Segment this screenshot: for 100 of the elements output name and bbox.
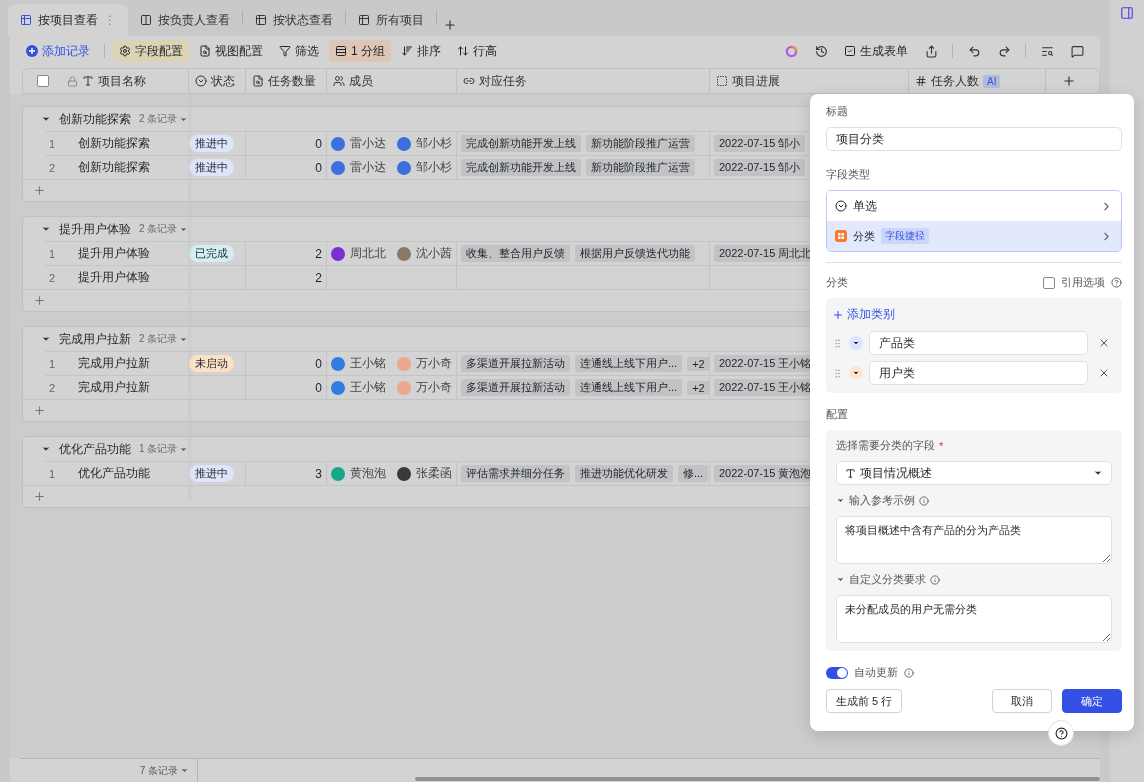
column-header[interactable]: 对应任务 [457, 69, 710, 93]
lock-icon [67, 75, 78, 87]
add-row-icon[interactable] [33, 184, 46, 197]
row-height-icon [457, 45, 469, 57]
info-icon [904, 667, 914, 678]
drag-handle-icon[interactable] [832, 337, 843, 349]
view-tab[interactable]: 按状态查看 [243, 4, 345, 36]
more-count: +2 [687, 356, 709, 371]
collapse-icon[interactable] [41, 224, 51, 234]
category-field[interactable]: 用户类 [869, 361, 1088, 385]
select-all-checkbox[interactable] [37, 75, 49, 87]
category-field[interactable]: 产品类 [869, 331, 1088, 355]
more-count: +2 [687, 380, 709, 395]
progress-field-icon [716, 75, 728, 87]
toolbar-button[interactable]: 排序 [395, 40, 447, 62]
scrollbar[interactable] [415, 777, 1100, 781]
title-field[interactable]: 项目分类 [826, 127, 1122, 151]
option-label: 分类 [853, 228, 875, 244]
info-icon [930, 574, 940, 585]
member-name: 周北北 [350, 245, 386, 262]
close-icon[interactable] [1098, 367, 1110, 379]
reference-checkbox[interactable] [1043, 276, 1055, 289]
task-tag: 推进功能优化研发 [575, 465, 673, 482]
toolbar-button[interactable]: 1 分组 [329, 40, 391, 62]
count-cell: 0 [246, 156, 327, 179]
caret-icon [852, 369, 860, 377]
record-count[interactable]: 2 条记录 [139, 112, 189, 126]
add-row-icon[interactable] [33, 294, 46, 307]
switch-label: 自动更新 [854, 665, 898, 680]
field-select[interactable]: 项目情况概述 [836, 461, 1112, 485]
preview-button[interactable]: 生成前 5 行 [826, 689, 903, 713]
member-name: 万小奇 [416, 379, 452, 396]
collapse-icon[interactable] [41, 444, 51, 454]
example-field[interactable]: 将项目概述中含有产品的分为产品类 [836, 516, 1112, 564]
settings-icon [119, 45, 131, 57]
side-panel-icon[interactable] [1120, 6, 1134, 20]
task-tag: 评估需求并细分任务 [461, 465, 570, 482]
group-title: 提升用户体验 [59, 220, 131, 238]
column-header[interactable]: 成员 [327, 69, 457, 93]
task-tag: 完成创新功能开发上线 [461, 159, 581, 176]
select-icon [835, 200, 847, 212]
field-type-option[interactable]: 分类 字段捷径 [827, 221, 1121, 251]
collapse-icon[interactable] [41, 334, 51, 344]
tab-label: 按项目查看 [38, 11, 98, 29]
record-count[interactable]: 1 条记录 [139, 442, 189, 456]
column-header[interactable]: 任务数量 [246, 69, 327, 93]
auto-update-switch[interactable] [826, 666, 848, 679]
sort-icon [401, 45, 413, 57]
color-picker[interactable] [849, 336, 863, 350]
toolbar-button[interactable]: 字段配置 [113, 40, 189, 62]
option-label: 单选 [853, 197, 877, 215]
member-name: 邹小杉 [416, 135, 452, 152]
help-icon [1054, 726, 1068, 740]
toolbar-button[interactable]: 视图配置 [193, 40, 269, 62]
add-row-icon[interactable] [33, 404, 46, 417]
status-tag: 未启动 [189, 355, 234, 372]
comment-icon [1070, 44, 1084, 58]
form-button[interactable]: 生成表单 [838, 40, 914, 62]
plus-icon [832, 308, 844, 321]
tab-label: 按状态查看 [273, 11, 333, 29]
column-header[interactable]: 任务人数 AI [909, 69, 1046, 93]
color-picker[interactable] [849, 366, 863, 380]
lookup-field-icon [252, 75, 264, 87]
add-row-icon[interactable] [33, 490, 46, 503]
info-icon [919, 495, 929, 506]
cancel-button[interactable]: 取消 [992, 689, 1052, 713]
member-name: 雷小达 [350, 159, 386, 176]
view-tab[interactable]: 按负责人查看 [128, 4, 242, 36]
share-icon [924, 44, 938, 58]
record-count[interactable]: 2 条记录 [139, 222, 189, 236]
toolbar-button[interactable]: 筛选 [273, 40, 325, 62]
column-header[interactable]: 项目名称 [23, 69, 189, 93]
group-title: 优化产品功能 [59, 440, 131, 458]
rule-field[interactable]: 未分配成员的用户无需分类 [836, 595, 1112, 643]
collapse-icon[interactable] [836, 575, 845, 584]
member-name: 万小奇 [416, 355, 452, 372]
close-icon[interactable] [1098, 337, 1110, 349]
column-header[interactable]: 状态 [189, 69, 246, 93]
task-tag: 连通线上线下用户... [575, 379, 683, 396]
view-tab[interactable]: 所有项目 [346, 4, 436, 36]
count-cell: 2 [246, 266, 327, 289]
toolbar-button[interactable]: 添加记录 [20, 40, 96, 62]
add-category-link[interactable]: 添加类别 [832, 306, 1114, 323]
confirm-button[interactable]: 确定 [1062, 689, 1122, 713]
drag-handle-icon[interactable] [832, 367, 843, 379]
search-icon [1040, 44, 1054, 58]
collapse-icon[interactable] [41, 114, 51, 124]
field-label: 自定义分类要求 [849, 572, 926, 587]
collapse-icon[interactable] [836, 496, 845, 505]
total-count[interactable]: 7 条记录 [139, 763, 189, 778]
member-name: 沈小茜 [416, 245, 452, 262]
record-count[interactable]: 2 条记录 [139, 332, 189, 346]
view-tab[interactable]: 按项目查看 ⋮ [8, 4, 128, 36]
status-tag: 推进中 [189, 465, 234, 482]
group-title: 创新功能探索 [59, 110, 131, 128]
checkbox-icon [844, 45, 856, 57]
text-field-icon [845, 467, 856, 479]
checkbox-label: 引用选项 [1061, 275, 1105, 290]
column-header[interactable]: 项目进展 [710, 69, 909, 93]
toolbar-button[interactable]: 行高 [451, 40, 503, 62]
